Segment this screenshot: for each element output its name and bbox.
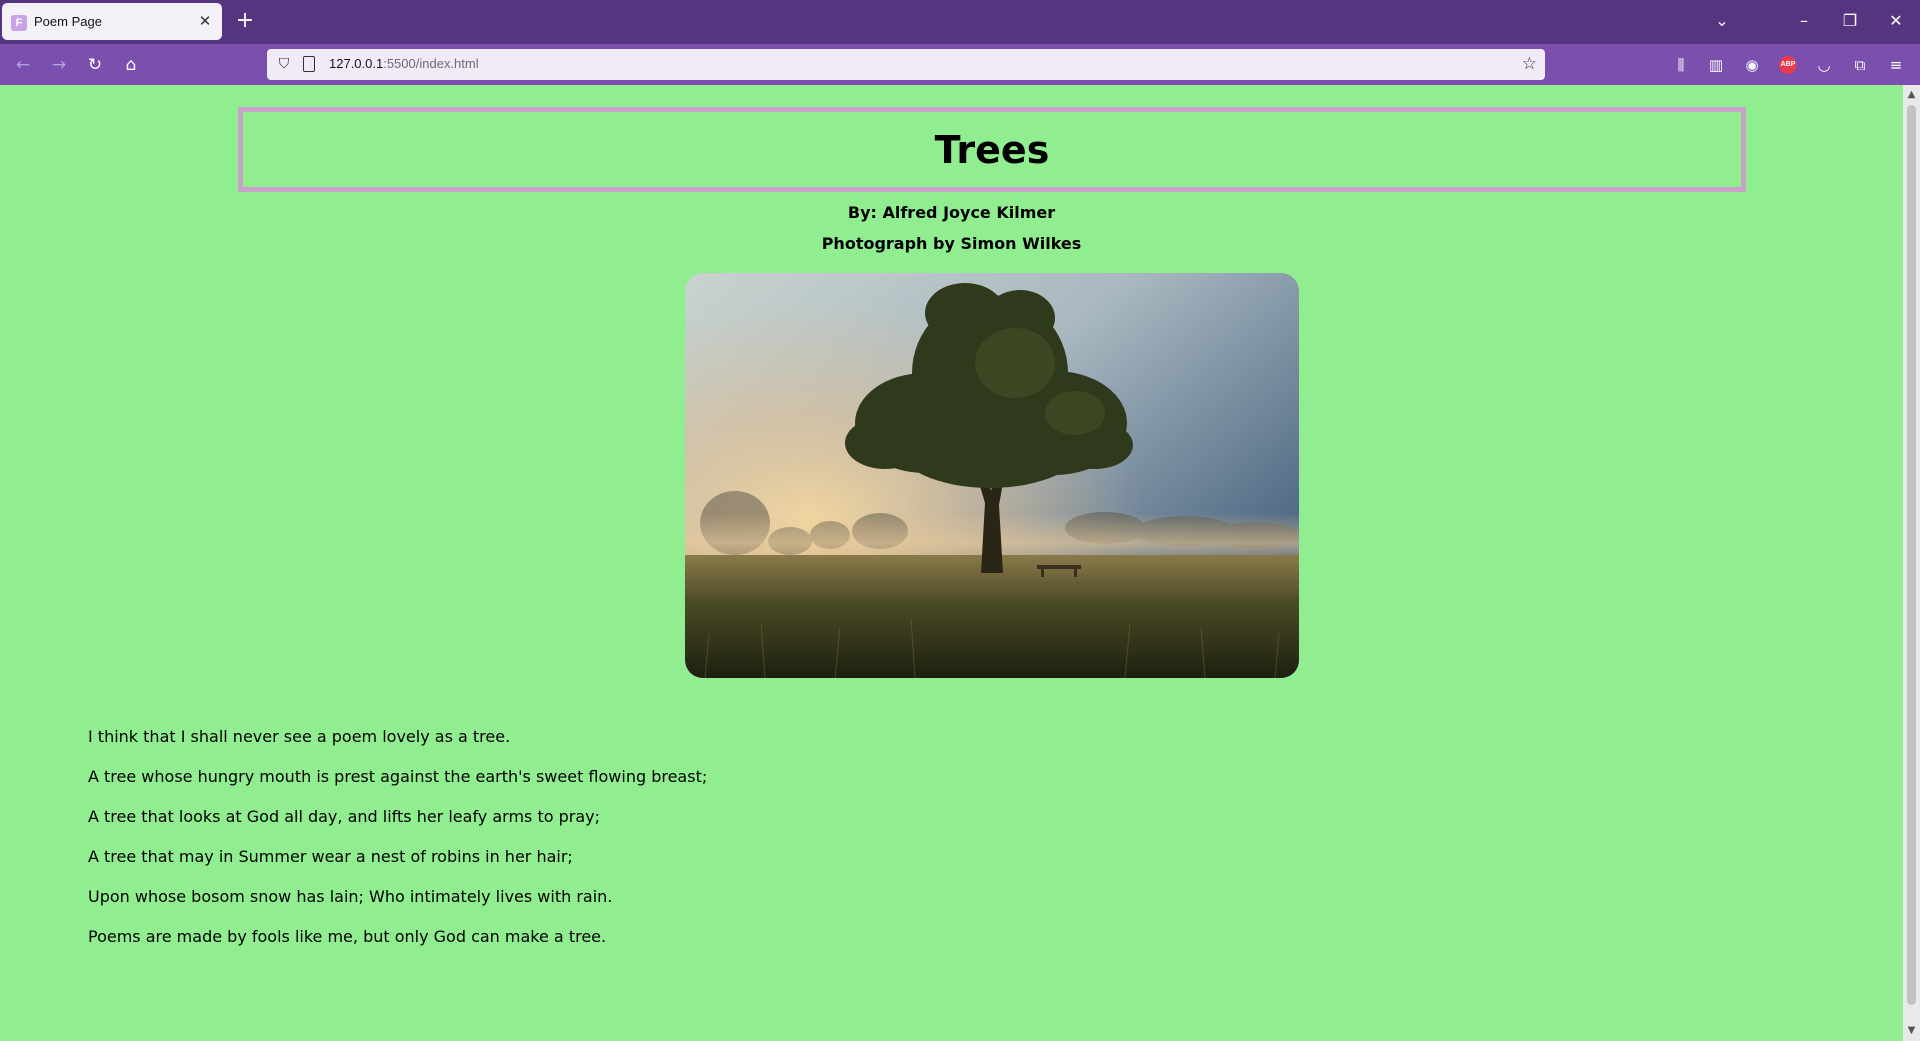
scrollbar-thumb[interactable] [1907, 105, 1916, 1005]
sidebar-icon[interactable]: ▥ [1704, 53, 1728, 77]
forward-icon[interactable]: → [47, 53, 71, 77]
new-tab-icon[interactable]: + [234, 10, 256, 32]
window-close-icon[interactable]: ✕ [1883, 10, 1909, 32]
page-title: Trees [934, 127, 1050, 172]
close-tab-icon[interactable]: ✕ [196, 12, 214, 30]
poem-line: Upon whose bosom snow has lain; Who inti… [88, 887, 613, 906]
pocket-icon[interactable]: ◡ [1812, 53, 1836, 77]
adblock-plus-icon[interactable]: ABP [1779, 56, 1797, 74]
shield-icon[interactable]: ⛉ [275, 55, 293, 73]
vertical-scrollbar[interactable]: ▲ ▼ [1903, 85, 1920, 1041]
url-text[interactable]: 127.0.0.1:5500/index.html [329, 56, 479, 71]
tree-photo-image [685, 273, 1299, 678]
url-host: 127.0.0.1 [329, 56, 384, 71]
poem-line: A tree that may in Summer wear a nest of… [88, 847, 573, 866]
reload-icon[interactable]: ↻ [83, 53, 107, 77]
account-icon[interactable]: ◉ [1740, 53, 1764, 77]
list-all-tabs-icon[interactable]: ⌄ [1709, 10, 1735, 32]
tab-title: Poem Page [34, 14, 102, 29]
favicon-icon: F [11, 15, 27, 31]
page-info-icon[interactable] [303, 56, 315, 72]
poem-line: I think that I shall never see a poem lo… [88, 727, 511, 746]
photo-credit: Photograph by Simon Wilkes [821, 234, 1082, 253]
tab-poem-page[interactable]: F Poem Page ✕ [2, 3, 222, 40]
poem-line: A tree whose hungry mouth is prest again… [88, 767, 708, 786]
nav-toolbar: ← → ↻ ⌂ ⛉ 127.0.0.1:5500/index.html ☆ ⫼ … [0, 44, 1920, 85]
url-path: :5500/index.html [383, 56, 479, 71]
page-viewport: Trees By: Alfred Joyce Kilmer Photograph… [0, 85, 1903, 1041]
poem-line: Poems are made by fools like me, but onl… [88, 927, 607, 946]
restore-icon[interactable]: ❐ [1837, 10, 1863, 32]
menu-icon[interactable]: ≡ [1884, 53, 1908, 77]
title-box: Trees [238, 107, 1746, 192]
minimize-icon[interactable]: – [1791, 10, 1817, 32]
tree-photo [685, 273, 1299, 678]
back-icon[interactable]: ← [11, 53, 35, 77]
library-icon[interactable]: ⫼ [1669, 53, 1693, 77]
poem-line: A tree that looks at God all day, and li… [88, 807, 600, 826]
extensions-icon[interactable]: ⧉ [1848, 53, 1872, 77]
bookmark-star-icon[interactable]: ☆ [1522, 54, 1537, 74]
url-bar[interactable]: ⛉ 127.0.0.1:5500/index.html ☆ [267, 49, 1545, 80]
tab-bar: F Poem Page ✕ + ⌄ – ❐ ✕ [0, 0, 1920, 44]
scroll-up-icon[interactable]: ▲ [1903, 87, 1920, 103]
home-icon[interactable]: ⌂ [119, 53, 143, 77]
scroll-down-icon[interactable]: ▼ [1903, 1023, 1920, 1039]
author-line: By: Alfred Joyce Kilmer [847, 203, 1056, 222]
poem: I think that I shall never see a poem lo… [88, 717, 707, 957]
